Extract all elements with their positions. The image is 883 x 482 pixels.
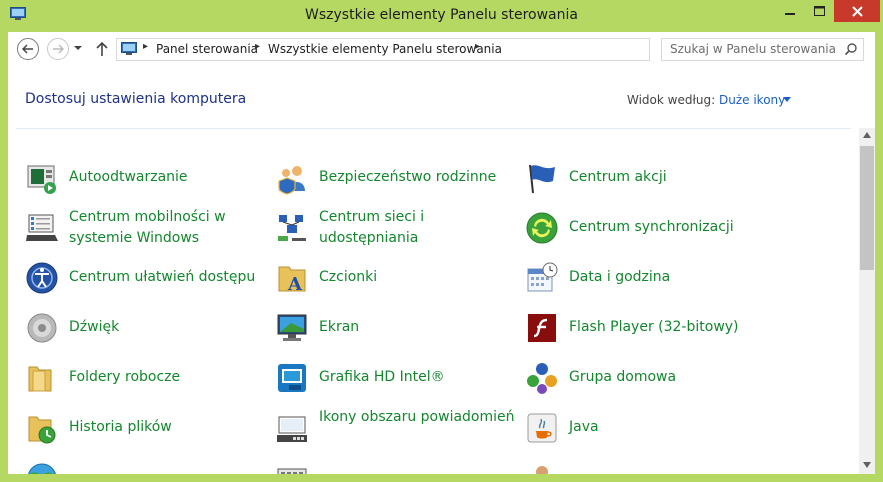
view-by-dropdown[interactable]: Duże ikony: [719, 93, 785, 107]
breadcrumb[interactable]: ▸ Panel sterowania ▸ Wszystkie elementy …: [116, 38, 748, 61]
java-icon: [527, 413, 557, 443]
item-family-safety[interactable]: Bezpieczeństwo rodzinne: [275, 155, 515, 201]
network-sharing-icon: [278, 215, 306, 241]
item-label[interactable]: Flash Player (32-bitowy): [569, 317, 739, 338]
item-work-folders[interactable]: Foldery robocze: [25, 355, 265, 401]
keyboard-icon: [277, 468, 307, 474]
item-notification-area-icons[interactable]: Ikony obszaru powiadomień: [275, 405, 515, 451]
breadcrumb-separator-icon[interactable]: ▸: [255, 41, 260, 52]
display-icon: [277, 314, 307, 341]
item-label[interactable]: Czcionki: [319, 267, 377, 288]
item-network-sharing[interactable]: Centrum sieci i udostępniania: [275, 205, 515, 251]
item-file-history[interactable]: Historia plików: [25, 405, 265, 451]
maximize-button[interactable]: [805, 0, 834, 22]
title-bar[interactable]: Wszystkie elementy Panelu sterowania: [0, 0, 883, 32]
search-box[interactable]: Szukaj w Panelu sterowania: [661, 38, 864, 61]
close-icon: [851, 5, 863, 17]
item-mobility-center[interactable]: Centrum mobilności w systemie Windows: [25, 205, 265, 251]
user-accounts-icon: [536, 466, 548, 474]
mobility-center-icon: [26, 214, 58, 241]
search-icon[interactable]: [844, 42, 858, 56]
up-arrow-icon[interactable]: [94, 40, 110, 58]
item-label[interactable]: Centrum ułatwień dostępu: [69, 267, 255, 288]
chevron-down-icon[interactable]: [783, 97, 791, 102]
address-toolbar: ▸ Panel sterowania ▸ Wszystkie elementy …: [8, 32, 875, 66]
minimize-button[interactable]: [775, 0, 804, 22]
item-label[interactable]: Ikony obszaru powiadomień: [319, 407, 519, 428]
homegroup-icon: [527, 363, 557, 394]
item-label[interactable]: Bezpieczeństwo rodzinne: [319, 167, 496, 188]
item-label[interactable]: Historia plików: [69, 417, 172, 438]
globe-icon: [28, 463, 56, 474]
item-label[interactable]: Centrum synchronizacji: [569, 217, 734, 238]
vertical-scrollbar[interactable]: [859, 128, 875, 474]
minimize-icon: [784, 13, 795, 15]
breadcrumb-item-panel[interactable]: Panel sterowania: [156, 42, 258, 56]
control-panel-icon: [121, 42, 137, 55]
item-label[interactable]: Java: [569, 417, 599, 438]
sync-center-icon: [526, 212, 558, 244]
item-label[interactable]: Centrum sieci i udostępniania: [319, 207, 519, 249]
control-panel-window: Wszystkie elementy Panelu sterowania ▸ P…: [0, 0, 883, 482]
item-label[interactable]: Dźwięk: [69, 317, 119, 338]
intel-graphics-icon: [278, 364, 306, 392]
item-partial[interactable]: [275, 455, 515, 474]
item-action-center[interactable]: Centrum akcji: [525, 155, 765, 201]
item-partial[interactable]: [525, 455, 765, 474]
item-autoplay[interactable]: Autoodtwarzanie: [25, 155, 265, 201]
item-label[interactable]: Centrum akcji: [569, 167, 667, 188]
item-homegroup[interactable]: Grupa domowa: [525, 355, 765, 401]
autoplay-icon: [27, 165, 56, 194]
file-history-icon: [28, 416, 56, 444]
scrollbar-thumb[interactable]: [860, 146, 874, 270]
fonts-folder-icon: A: [278, 266, 306, 295]
item-java[interactable]: Java: [525, 405, 765, 451]
item-label[interactable]: Autoodtwarzanie: [69, 167, 188, 188]
arrow-left-icon: [22, 44, 33, 54]
item-sync-center[interactable]: Centrum synchronizacji: [525, 205, 765, 251]
back-button[interactable]: [17, 38, 39, 60]
item-label[interactable]: Ekran: [319, 317, 359, 338]
date-time-icon: [527, 262, 558, 292]
item-display[interactable]: Ekran: [275, 305, 515, 351]
notification-area-icon: [277, 416, 307, 442]
item-label[interactable]: Grupa domowa: [569, 367, 676, 388]
work-folders-icon: [28, 366, 52, 392]
item-label[interactable]: Foldery robocze: [69, 367, 180, 388]
recent-locations-chevron-icon[interactable]: [72, 42, 84, 54]
page-title: Dostosuj ustawienia komputera: [25, 91, 247, 107]
item-ease-of-access[interactable]: Centrum ułatwień dostępu: [25, 255, 265, 301]
item-label[interactable]: Grafika HD Intel®: [319, 367, 445, 388]
scroll-down-icon[interactable]: [863, 462, 871, 468]
close-button[interactable]: [834, 0, 880, 22]
item-intel-graphics[interactable]: Grafika HD Intel®: [275, 355, 515, 401]
item-date-time[interactable]: Data i godzina: [525, 255, 765, 301]
svg-text:A: A: [287, 274, 303, 295]
family-safety-icon: [278, 166, 305, 195]
maximize-icon: [814, 6, 825, 16]
item-partial[interactable]: [25, 455, 265, 474]
action-center-flag-icon: [529, 164, 555, 194]
forward-button[interactable]: [47, 38, 69, 60]
breadcrumb-separator-icon[interactable]: ▸: [143, 41, 148, 52]
divider: [16, 128, 851, 129]
breadcrumb-item-all-items[interactable]: Wszystkie elementy Panelu sterowania: [268, 42, 502, 56]
search-input[interactable]: Szukaj w Panelu sterowania: [670, 42, 836, 56]
item-flash-player[interactable]: Flash Player (32-bitowy): [525, 305, 765, 351]
content-pane: Dostosuj ustawienia komputera Widok wedł…: [8, 66, 875, 474]
ease-of-access-icon: [26, 262, 58, 294]
speaker-icon: [27, 313, 57, 343]
flash-player-icon: [528, 314, 556, 342]
view-by-label: Widok według:: [627, 93, 716, 107]
scroll-up-icon[interactable]: [863, 132, 871, 138]
item-label[interactable]: Centrum mobilności w systemie Windows: [69, 207, 269, 249]
breadcrumb-separator-icon[interactable]: ▸: [475, 41, 480, 52]
arrow-right-icon: [53, 44, 64, 54]
window-title: Wszystkie elementy Panelu sterowania: [305, 7, 578, 23]
item-label[interactable]: Data i godzina: [569, 267, 670, 288]
item-fonts[interactable]: A Czcionki: [275, 255, 515, 301]
item-sound[interactable]: Dźwięk: [25, 305, 265, 351]
